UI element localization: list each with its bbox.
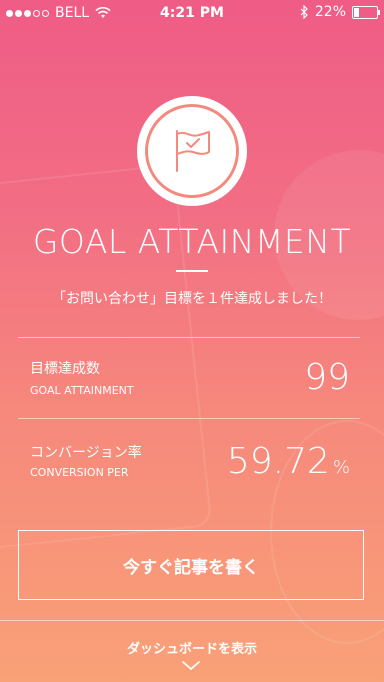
bluetooth-icon — [300, 5, 308, 19]
stats-divider-middle — [18, 418, 360, 419]
dashboard-divider — [0, 620, 384, 621]
goal-count-value: 99 — [304, 357, 350, 398]
write-article-button[interactable]: 今すぐ記事を書く — [18, 530, 364, 600]
goal-badge-ring — [145, 104, 239, 198]
goal-count-label-jp: 目標達成数 — [30, 361, 100, 377]
battery-percent: 22% — [314, 4, 346, 20]
conversion-rate-label-en: CONVERSION PER — [30, 466, 129, 479]
flag-icon — [176, 130, 210, 172]
page-title: GOAL ATTAINMENT — [32, 222, 352, 261]
status-bar-right: 22% — [300, 4, 380, 20]
stats-divider-top — [18, 337, 360, 338]
goal-count-label-en: GOAL ATTAINMENT — [30, 384, 134, 397]
chevron-down-icon[interactable] — [180, 660, 202, 672]
goal-attainment-screen: BELL 4:21 PM 22% GOAL ATTAINMENT 「お問い合わせ… — [0, 0, 384, 682]
battery-icon — [352, 5, 380, 19]
conversion-rate-unit: % — [332, 457, 350, 478]
goal-badge — [137, 96, 247, 206]
achievement-message: 「お問い合わせ」目標を１件達成しました！ — [52, 291, 332, 307]
battery-tip — [378, 9, 380, 15]
conversion-rate-value: 59.72% — [227, 441, 350, 482]
show-dashboard-link[interactable]: ダッシュボードを表示 — [0, 638, 384, 657]
status-bar: BELL 4:21 PM 22% — [0, 0, 384, 26]
title-divider — [176, 270, 208, 272]
conversion-rate-number: 59.72 — [226, 441, 330, 482]
battery-fill — [354, 7, 360, 17]
conversion-rate-label-jp: コンバージョン率 — [30, 445, 142, 461]
